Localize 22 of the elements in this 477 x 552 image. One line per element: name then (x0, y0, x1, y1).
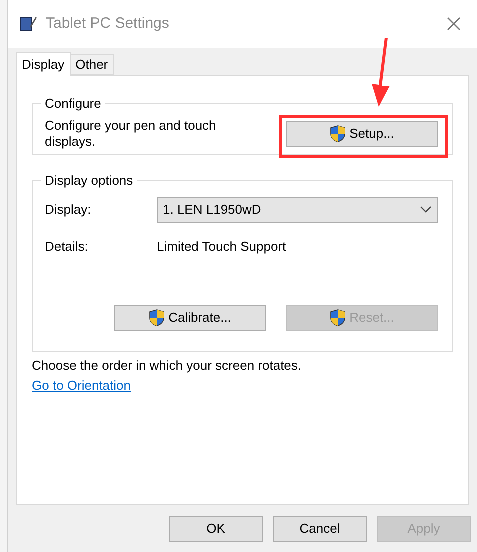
window-title: Tablet PC Settings (46, 14, 170, 34)
details-label: Details: (45, 238, 90, 256)
orientation-link[interactable]: Go to Orientation (32, 376, 131, 395)
dropdown-value: 1. LEN L1950wD (163, 201, 262, 220)
tablet-pen-icon (20, 15, 38, 33)
tab[interactable]: Display (16, 52, 71, 76)
details-value: Limited Touch Support (157, 238, 286, 256)
chevron-down-icon (420, 206, 432, 214)
orientation-text: Choose the order in which your screen rotates. (32, 357, 303, 375)
dialog-button[interactable]: OK (169, 516, 263, 542)
dialog-button[interactable]: Cancel (273, 516, 367, 542)
shield-icon (330, 125, 346, 143)
dialog-button[interactable]: Calibrate... (114, 304, 266, 330)
configure-description: Configure your pen and touch displays. (45, 118, 218, 150)
display-label: Display: (45, 201, 92, 220)
close-icon[interactable] (447, 17, 461, 31)
annotation-arrow (370, 38, 392, 108)
tab[interactable]: Other (70, 54, 114, 75)
shield-icon (330, 308, 346, 326)
display-dropdown[interactable]: 1. LEN L1950wD (157, 197, 438, 223)
shield-icon (148, 308, 165, 326)
setup-button[interactable]: Setup... (286, 121, 438, 147)
